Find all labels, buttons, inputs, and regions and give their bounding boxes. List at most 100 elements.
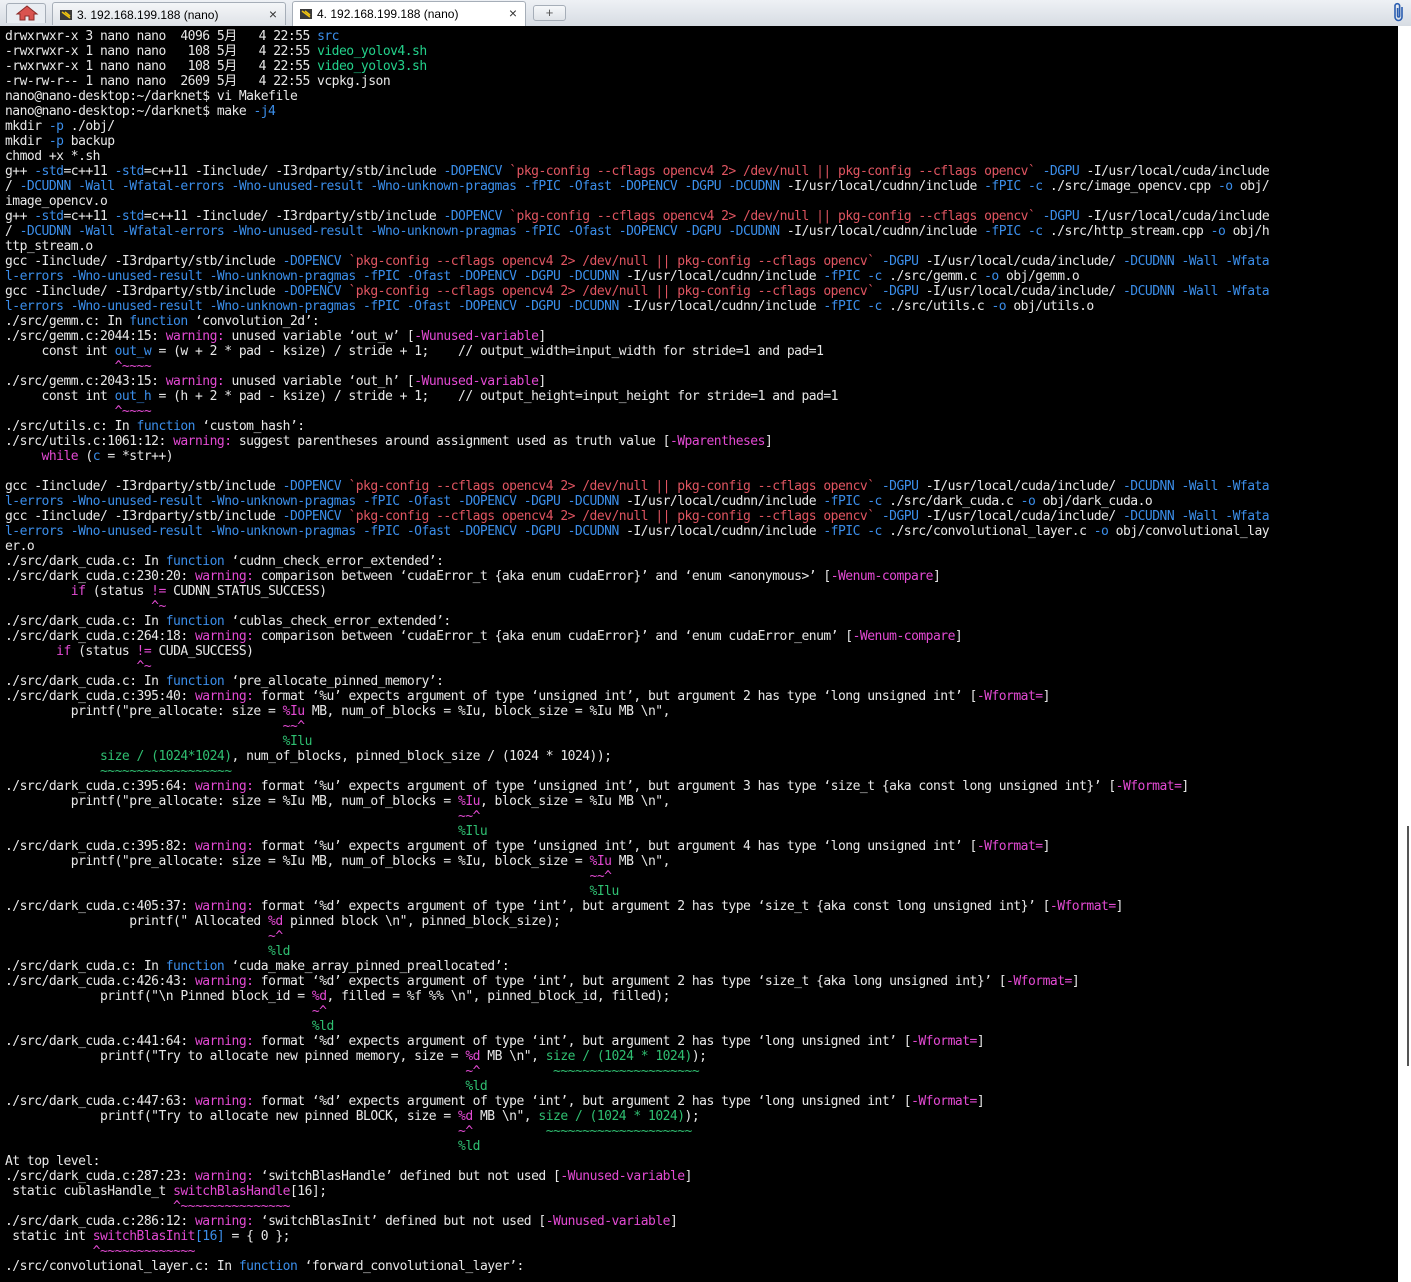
terminal-text-segment: static int bbox=[5, 1229, 93, 1244]
terminal-line: ~~^ bbox=[5, 809, 1398, 824]
terminal-text-segment: ./src/convolutional_layer.c: In bbox=[5, 1259, 239, 1274]
terminal-text-segment: `pkg-config --cflags opencv4 2> /dev/nul… bbox=[509, 164, 1036, 179]
terminal-text-segment: %d bbox=[268, 914, 283, 929]
terminal-text-segment: ./src/dark_cuda.c:264:18: bbox=[5, 629, 195, 644]
terminal-line: ./src/dark_cuda.c:286:12: warning: ‘swit… bbox=[5, 1214, 1398, 1229]
terminal-text-segment: ./src/gemm.c: In bbox=[5, 314, 130, 329]
terminal-text-segment: %Ilu bbox=[5, 884, 620, 899]
terminal-text-segment: ./src/dark_cuda.c:395:64: bbox=[5, 779, 195, 794]
terminal-text-segment: ./src/image_opencv.cpp bbox=[1042, 179, 1218, 194]
terminal-text-segment: -std bbox=[114, 209, 145, 224]
terminal-text-segment: = *str++) bbox=[100, 449, 174, 464]
terminal-output[interactable]: drwxrwxr-x 3 nano nano 4096 5月 4 22:55 s… bbox=[0, 26, 1398, 1282]
terminal-text-segment: format ‘%u’ expects argument of type ‘un… bbox=[253, 689, 978, 704]
terminal-text-segment: warning: bbox=[194, 1034, 254, 1049]
tab-session-3[interactable]: 3. 192.168.199.188 (nano) × bbox=[52, 2, 286, 25]
terminal-line: ^~~~~ bbox=[5, 359, 1398, 374]
terminal-text-segment: -j4 bbox=[253, 104, 276, 119]
terminal-text-segment: warning: bbox=[173, 434, 232, 449]
terminal-text-segment: g++ bbox=[5, 164, 35, 179]
terminal-text-segment: function bbox=[165, 554, 225, 569]
terminal-text-segment: CUDNN_STATUS_SUCCESS) bbox=[165, 584, 327, 599]
terminal-text-segment: -I/usr/local/cudnn/include bbox=[779, 179, 985, 194]
tab-label: 4. 192.168.199.188 (nano) bbox=[317, 7, 459, 21]
tab-bar: 3. 192.168.199.188 (nano) × 4. 192.168.1… bbox=[0, 0, 1411, 27]
terminal-line: ./src/dark_cuda.c:405:37: warning: forma… bbox=[5, 899, 1398, 914]
terminal-text-segment: ^~ bbox=[5, 659, 152, 674]
ssh-session-icon bbox=[60, 10, 72, 20]
terminal-line: mkdir -p backup bbox=[5, 134, 1398, 149]
terminal-line: l-errors -Wno-unused-result -Wno-unknown… bbox=[5, 494, 1398, 509]
terminal-text-segment: MB \n", bbox=[611, 854, 671, 869]
terminal-text-segment: l-errors -Wno-unused-result -Wno-unknown… bbox=[5, 524, 619, 539]
terminal-text-segment: ./obj/ bbox=[63, 119, 115, 134]
close-icon[interactable]: × bbox=[509, 5, 517, 21]
terminal-text-segment: warning: bbox=[194, 689, 254, 704]
terminal-text-segment: `pkg-config --cflags opencv4 2> /dev/nul… bbox=[348, 284, 875, 299]
terminal-text-segment: ] bbox=[976, 1094, 985, 1109]
home-button[interactable] bbox=[6, 3, 46, 23]
terminal-text-segment: ./src/gemm.c bbox=[881, 269, 985, 284]
terminal-text-segment: ); bbox=[684, 1109, 700, 1124]
terminal-text-segment: pinned block \n", pinned_block_size); bbox=[282, 914, 561, 929]
terminal-text-segment: gcc -Iinclude/ -I3rdparty/stb/include bbox=[5, 254, 283, 269]
scrollbar-thumb[interactable] bbox=[1407, 826, 1409, 1066]
terminal-text-segment: `pkg-config --cflags opencv4 2> /dev/nul… bbox=[509, 209, 1036, 224]
paperclip-icon[interactable] bbox=[1391, 2, 1407, 24]
terminal-text-segment: warning: bbox=[194, 1094, 254, 1109]
terminal-text-segment: -Wunused-variable bbox=[414, 374, 539, 389]
terminal-line: const int out_h = (h + 2 * pad - ksize) … bbox=[5, 389, 1398, 404]
terminal-text-segment: -std bbox=[34, 209, 64, 224]
terminal-text-segment: -I/usr/local/cuda/include/ bbox=[918, 254, 1123, 269]
terminal-line: gcc -Iinclude/ -I3rdparty/stb/include -D… bbox=[5, 479, 1398, 494]
terminal-text-segment: printf("\n Pinned block_id = bbox=[5, 989, 312, 1004]
terminal-text-segment: l-errors -Wno-unused-result -Wno-unknown… bbox=[5, 299, 619, 314]
terminal-line: ^~ bbox=[5, 599, 1398, 614]
terminal-line: / -DCUDNN -Wall -Wfatal-errors -Wno-unus… bbox=[5, 224, 1398, 239]
terminal-text-segment: -DOPENCV bbox=[282, 284, 342, 299]
terminal-text-segment: warning: bbox=[194, 1169, 254, 1184]
terminal-text-segment: ~^ bbox=[5, 1124, 473, 1139]
terminal-text-segment: printf("Try to allocate new pinned memor… bbox=[5, 1049, 466, 1064]
terminal-text-segment: `pkg-config --cflags opencv4 2> /dev/nul… bbox=[348, 509, 875, 524]
terminal-text-segment: -Wformat= bbox=[976, 839, 1043, 854]
terminal-text-segment: ./src/dark_cuda.c: In bbox=[5, 614, 166, 629]
terminal-text-segment: ~~^ bbox=[5, 869, 612, 884]
terminal-text-segment: static cublasHandle_t bbox=[5, 1184, 174, 1199]
home-icon bbox=[15, 5, 39, 21]
terminal-line: if (status != CUDNN_STATUS_SUCCESS) bbox=[5, 584, 1398, 599]
scrollbar[interactable] bbox=[1398, 26, 1411, 1282]
terminal-text-segment: ] bbox=[1042, 689, 1051, 704]
terminal-text-segment: warning: bbox=[194, 899, 254, 914]
terminal-text-segment: chmod +x *.sh bbox=[5, 149, 101, 164]
terminal-line: ^~~~~~~~~~~~~~ bbox=[5, 1244, 1398, 1259]
terminal-line: if (status != CUDA_SUCCESS) bbox=[5, 644, 1398, 659]
terminal-text-segment: c bbox=[92, 449, 101, 464]
terminal-text-segment: ./src/dark_cuda.c:426:43: bbox=[5, 974, 195, 989]
terminal-text-segment: -Wformat= bbox=[911, 1034, 977, 1049]
terminal-text-segment: -o bbox=[1217, 179, 1233, 194]
terminal-text-segment: src bbox=[317, 29, 339, 44]
terminal-text-segment: unused variable ‘out_h’ [ bbox=[224, 374, 415, 389]
terminal-text-segment: -DCUDNN -Wall -Wfata bbox=[1122, 509, 1270, 524]
terminal-text-segment: -rwxrwxr-x 1 nano nano 108 5月 4 22:55 bbox=[5, 59, 318, 74]
terminal-text-segment: nano@nano-desktop:~/darknet$ make bbox=[5, 104, 254, 119]
terminal-text-segment: , filled = %f %% \n", pinned_block_id, f… bbox=[326, 989, 671, 1004]
terminal-text-segment: -Wformat= bbox=[1049, 899, 1116, 914]
terminal-line: l-errors -Wno-unused-result -Wno-unknown… bbox=[5, 269, 1398, 284]
terminal-line: ./src/dark_cuda.c:230:20: warning: compa… bbox=[5, 569, 1398, 584]
terminal-text-segment: format ‘%u’ expects argument of type ‘un… bbox=[253, 779, 1116, 794]
terminal-text-segment: ] bbox=[976, 1034, 985, 1049]
terminal-text-segment: function bbox=[136, 419, 196, 434]
terminal-text-segment: -Wformat= bbox=[1115, 779, 1182, 794]
terminal-text-segment: ~^ bbox=[5, 1064, 480, 1079]
new-tab-button[interactable]: + bbox=[533, 5, 566, 21]
terminal-line: static int switchBlasInit[16] = { 0 }; bbox=[5, 1229, 1398, 1244]
close-icon[interactable]: × bbox=[269, 6, 277, 22]
terminal-text-segment: -DGPU bbox=[1042, 164, 1080, 179]
tab-session-4[interactable]: 4. 192.168.199.188 (nano) × bbox=[292, 1, 526, 26]
terminal-text-segment: -std bbox=[34, 164, 64, 179]
terminal-line: ./src/gemm.c:2044:15: warning: unused va… bbox=[5, 329, 1398, 344]
